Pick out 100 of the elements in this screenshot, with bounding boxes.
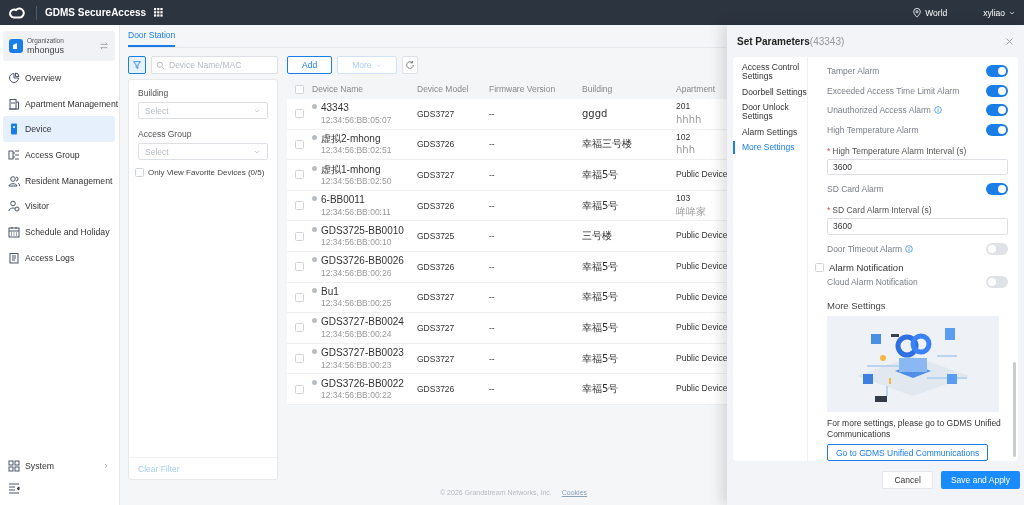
info-text: For more settings, please go to GDMS Unified Communications: [827, 418, 1002, 441]
app-grid-icon[interactable]: [154, 8, 164, 17]
table-cell: --: [489, 170, 495, 180]
table-cell: Public Device: [676, 169, 728, 181]
section-heading: More Settings: [827, 300, 887, 312]
setting-label: Exceeded Access Time Limit Alarm: [827, 85, 960, 96]
tab[interactable]: Door Station: [128, 30, 176, 47]
table-cell: --: [489, 292, 495, 303]
table-cell: GDS3726: [417, 139, 455, 150]
settings-nav-item[interactable]: Doorbell Settings: [733, 85, 807, 100]
row-checkbox[interactable]: [295, 292, 304, 302]
input-field[interactable]: 3600: [827, 158, 1008, 176]
table-cell: 三号楼: [582, 229, 612, 244]
refresh-icon: [404, 60, 415, 70]
mac-address: 12:34:56:BB:00:25: [321, 298, 392, 310]
device-name: GDS3727-BB0024: [321, 315, 404, 329]
sidebar-label: Apartment Management: [25, 98, 119, 109]
row-checkbox[interactable]: [295, 384, 304, 394]
building-icon: [8, 97, 20, 110]
table-cell: --: [489, 200, 495, 211]
close-button[interactable]: [1005, 36, 1014, 46]
sidebar-item[interactable]: Access Group: [3, 142, 115, 168]
table-cell: 幸福5号: [582, 259, 619, 274]
refresh-button[interactable]: [401, 56, 418, 74]
toggle-switch[interactable]: [986, 64, 1008, 77]
search-field[interactable]: Device Name/MAC: [151, 56, 278, 74]
sidebar-item[interactable]: Visitor: [3, 193, 115, 220]
user-name[interactable]: xyliao: [983, 7, 1005, 18]
add-button[interactable]: Add: [287, 56, 333, 74]
setting-label: High Temperature Alarm: [827, 124, 919, 135]
door-station-icon: [8, 123, 20, 136]
cancel-button[interactable]: Cancel: [882, 471, 933, 489]
toggle-switch[interactable]: [986, 242, 1008, 255]
device-name: GDS3726-BB0026: [321, 254, 404, 268]
mac-address: 12:34:56:BB:00:23: [321, 359, 393, 372]
sidebar-item[interactable]: Overview: [3, 65, 115, 91]
sidebar-item[interactable]: Device: [3, 116, 115, 143]
visitor-icon: [8, 200, 20, 213]
mac-address: 12:34:56:BB:00:24: [321, 328, 393, 341]
mac-address: 12:34:56:BB:00:22: [321, 390, 393, 402]
table-cell: Public Device: [676, 261, 728, 273]
toggle-switch[interactable]: [986, 104, 1008, 117]
toggle-switch[interactable]: [986, 123, 1008, 136]
row-checkbox[interactable]: [295, 139, 304, 149]
info-icon[interactable]: [933, 106, 942, 115]
chevron-right-icon: [102, 462, 110, 470]
settings-nav-item[interactable]: Door Unlock Settings: [733, 101, 807, 124]
sidebar-item[interactable]: Resident Management: [3, 167, 115, 194]
table-cell: 幸福5号: [582, 320, 619, 335]
table-cell: --: [489, 139, 495, 150]
device-name: GDS3725-BB0010: [321, 223, 404, 238]
table-cell: gggd: [582, 108, 608, 120]
required-mark: *: [827, 145, 831, 156]
scrollbar[interactable]: [1013, 362, 1016, 457]
table-cell: 幸福5号: [582, 351, 619, 366]
row-checkbox[interactable]: [295, 231, 304, 241]
sidebar-label: Schedule and Holiday: [25, 226, 110, 237]
sidebar-item[interactable]: System: [3, 455, 115, 477]
settings-nav-item[interactable]: More Settings: [733, 141, 807, 155]
row-checkbox[interactable]: [295, 323, 304, 333]
table-cell: --: [489, 261, 495, 272]
table-cell: GDS3727: [417, 353, 455, 364]
field-label: High Temperature Alarm Interval (s): [832, 145, 967, 156]
setting-label: SD Card Alarm: [827, 184, 884, 195]
sidebar-item[interactable]: Schedule and Holiday: [3, 219, 115, 245]
filter-button[interactable]: [128, 56, 146, 74]
select-all-checkbox[interactable]: [295, 84, 304, 94]
checkbox-label: Only View Favorite Devices (0/5): [148, 168, 265, 177]
settings-nav-item[interactable]: Alarm Settings: [733, 125, 807, 140]
toggle-switch[interactable]: [986, 183, 1008, 196]
table-cell: --: [489, 231, 495, 242]
row-checkbox[interactable]: [295, 201, 304, 211]
required-mark: *: [827, 205, 831, 216]
table-cell: GDS3726: [417, 261, 455, 272]
row-checkbox[interactable]: [295, 262, 304, 272]
region-label[interactable]: World: [925, 7, 948, 18]
sidebar-item[interactable]: Access Logs: [3, 244, 115, 271]
checkbox[interactable]: [815, 262, 824, 272]
device-name: 6-BB0011: [321, 193, 366, 207]
checkbox[interactable]: [135, 168, 144, 177]
table-cell: hhhh: [676, 112, 702, 127]
table-cell: 幸福三号楼: [582, 137, 632, 152]
toggle-switch[interactable]: [986, 84, 1008, 97]
row-checkbox[interactable]: [295, 354, 304, 364]
organization-name: mhongus: [27, 44, 66, 55]
table-cell: Public Device: [676, 291, 728, 304]
row-checkbox[interactable]: [295, 170, 304, 180]
device-name: 虚拟2-mhong: [321, 131, 382, 146]
mac-address: 12:34:56:BB:00:10: [321, 237, 393, 249]
mac-address: 12:34:56:BB:00:26: [321, 267, 393, 280]
toggle-switch[interactable]: [986, 276, 1008, 289]
row-checkbox[interactable]: [295, 109, 304, 119]
pie-chart-icon: [8, 71, 20, 84]
table-cell: GDS3727: [417, 170, 455, 180]
input-field[interactable]: 3600: [827, 218, 1008, 235]
device-name: GDS3727-BB0023: [321, 346, 404, 360]
info-icon[interactable]: [905, 244, 914, 253]
table-cell: 幸福5号: [582, 382, 619, 397]
table-cell: Public Device: [676, 230, 728, 242]
link-button[interactable]: Go to GDMS Unified Communications: [827, 444, 989, 461]
